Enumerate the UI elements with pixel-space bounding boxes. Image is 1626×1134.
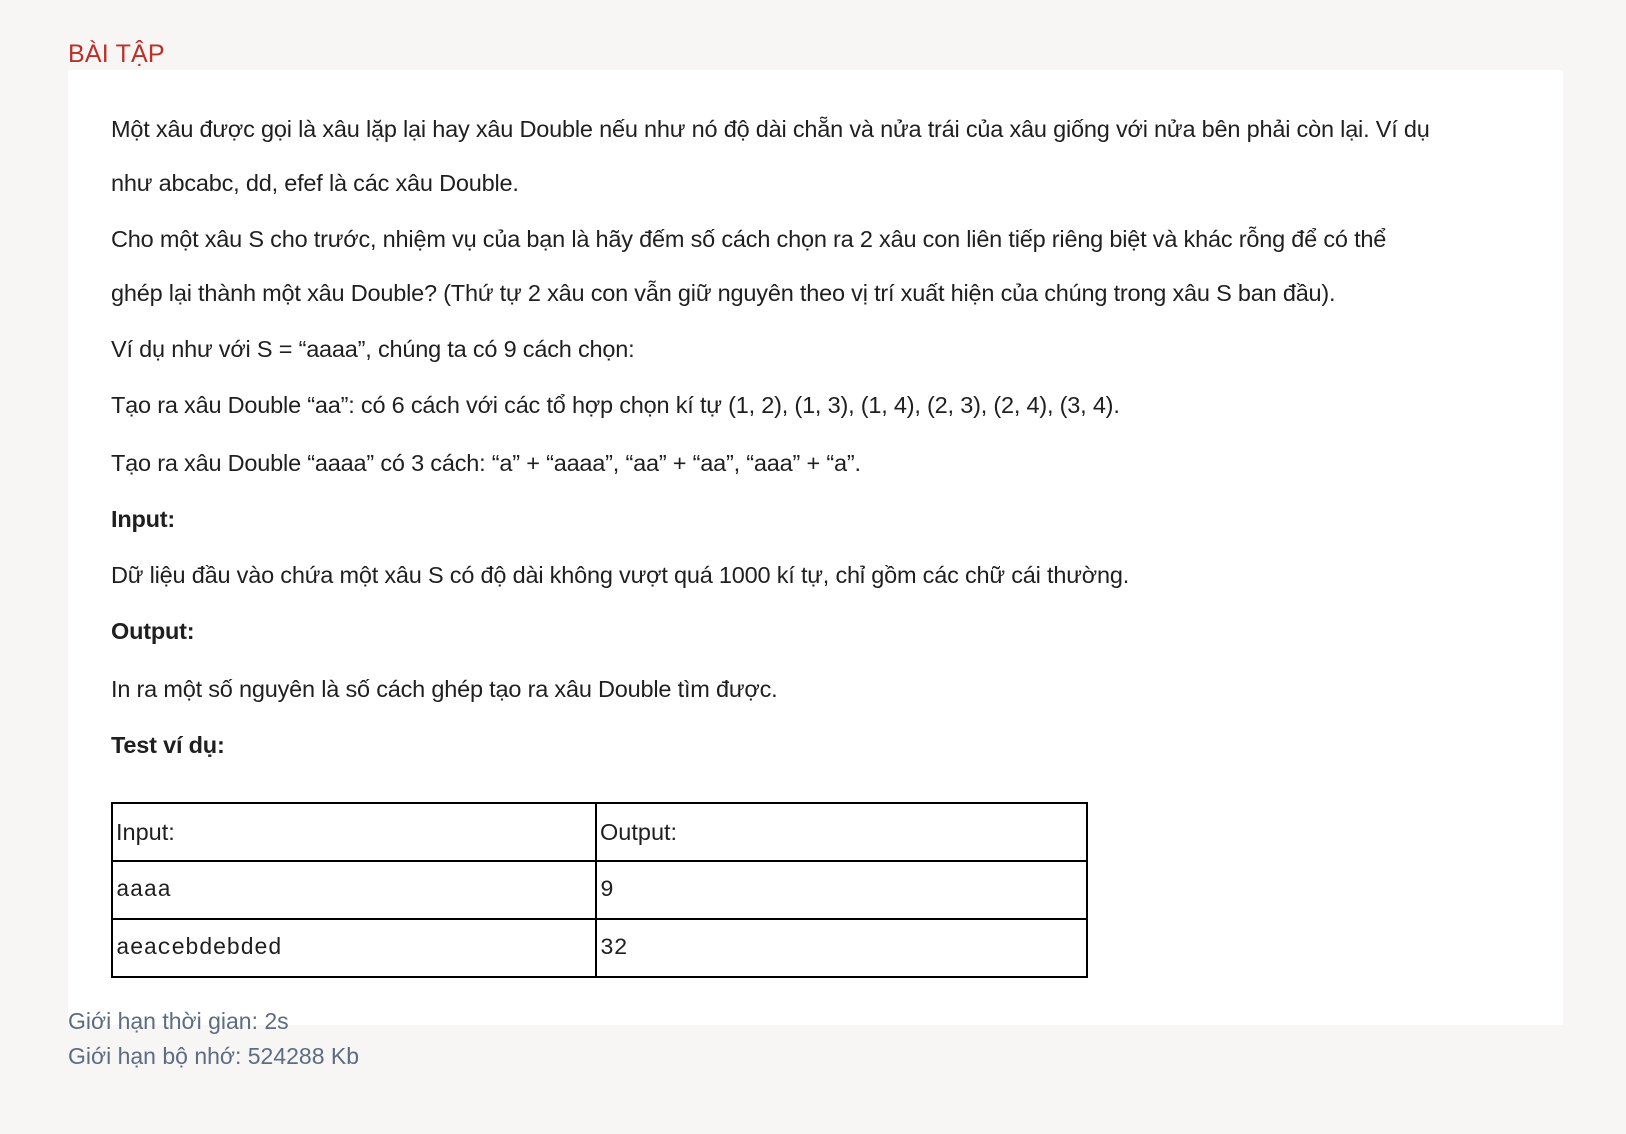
problem-paragraph: Tạo ra xâu Double “aaaa” có 3 cách: “a” … — [111, 450, 861, 476]
problem-card: Một xâu được gọi là xâu lặp lại hay xâu … — [68, 70, 1563, 1025]
test-table: Input: Output: aaaa 9 aeacebdebded 32 — [111, 802, 1088, 978]
table-row: aeacebdebded 32 — [111, 918, 1088, 978]
problem-paragraph: Ví dụ như với S = “aaaa”, chúng ta có 9 … — [111, 336, 635, 362]
table-header-row: Input: Output: — [111, 802, 1088, 862]
table-header-input: Input: — [111, 802, 597, 862]
section-title: BÀI TẬP — [68, 40, 165, 68]
test-input-cell: aaaa — [111, 860, 597, 920]
time-limit: Giới hạn thời gian: 2s — [68, 1008, 289, 1034]
problem-paragraph: như abcabc, dd, efef là các xâu Double. — [111, 170, 519, 196]
table-header-output: Output: — [595, 802, 1088, 862]
input-description: Dữ liệu đầu vào chứa một xâu S có độ dài… — [111, 562, 1130, 588]
output-heading: Output: — [111, 618, 195, 644]
problem-paragraph: Tạo ra xâu Double “aa”: có 6 cách với cá… — [111, 392, 1120, 418]
memory-limit: Giới hạn bộ nhớ: 524288 Kb — [68, 1043, 360, 1069]
problem-paragraph: ghép lại thành một xâu Double? (Thứ tự 2… — [111, 280, 1336, 306]
problem-paragraph: Một xâu được gọi là xâu lặp lại hay xâu … — [111, 116, 1430, 142]
input-heading: Input: — [111, 506, 176, 532]
problem-paragraph: Cho một xâu S cho trước, nhiệm vụ của bạ… — [111, 226, 1387, 252]
test-heading: Test ví dụ: — [111, 732, 225, 758]
table-row: aaaa 9 — [111, 860, 1088, 920]
test-input-cell: aeacebdebded — [111, 918, 597, 978]
test-output-cell: 9 — [595, 860, 1088, 920]
output-description: In ra một số nguyên là số cách ghép tạo … — [111, 676, 778, 702]
test-output-cell: 32 — [595, 918, 1088, 978]
